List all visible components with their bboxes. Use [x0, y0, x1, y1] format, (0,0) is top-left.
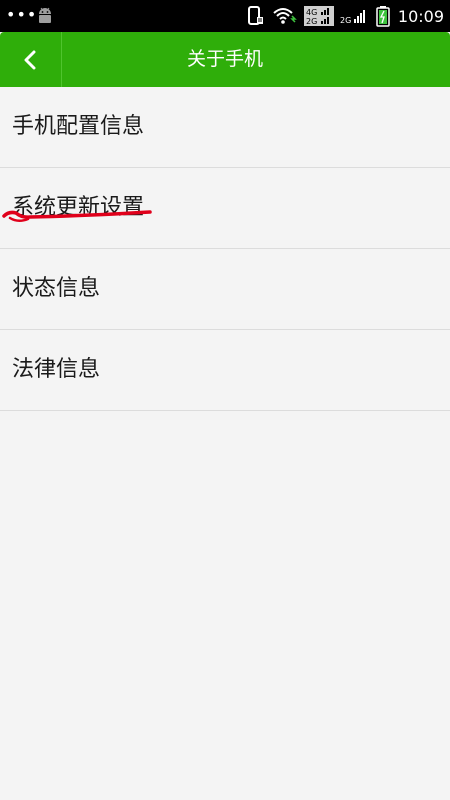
list-item-label: 系统更新设置 [12, 195, 145, 220]
clock: 10:09 [397, 6, 444, 26]
signal-2g-icon: 2G [340, 10, 365, 25]
chevron-left-icon [24, 50, 36, 69]
list-item-label: 手机配置信息 [12, 114, 145, 139]
status-bar: ••• 4G 2G 2G 10:09 [0, 0, 450, 32]
network-2g-label: 2G [306, 17, 317, 26]
battery-charging-icon [376, 6, 390, 27]
app-bar: 关于手机 [0, 32, 450, 87]
network-2g-label-2: 2G [340, 16, 351, 25]
android-icon [39, 7, 51, 23]
status-icons: 4G 2G 2G 10:09 [246, 0, 444, 32]
list-item-legal-info[interactable]: 法律信息 [0, 330, 450, 411]
list-item-status-info[interactable]: 状态信息 [0, 249, 450, 330]
overflow-dots: ••• [6, 5, 38, 24]
list-item-phone-config[interactable]: 手机配置信息 [0, 87, 450, 168]
settings-list: 手机配置信息 系统更新设置 状态信息 法律信息 [0, 87, 450, 411]
app-bar-divider [61, 32, 62, 87]
wifi-icon [273, 8, 297, 24]
list-item-label: 法律信息 [12, 357, 101, 382]
list-item-system-update[interactable]: 系统更新设置 [0, 168, 450, 249]
signal-icon: 4G 2G [303, 6, 334, 26]
network-4g-label: 4G [306, 8, 317, 17]
page-title: 关于手机 [186, 48, 263, 70]
list-item-label: 状态信息 [12, 276, 101, 301]
phone-vibrate-icon [247, 6, 263, 25]
back-button[interactable] [0, 32, 60, 87]
